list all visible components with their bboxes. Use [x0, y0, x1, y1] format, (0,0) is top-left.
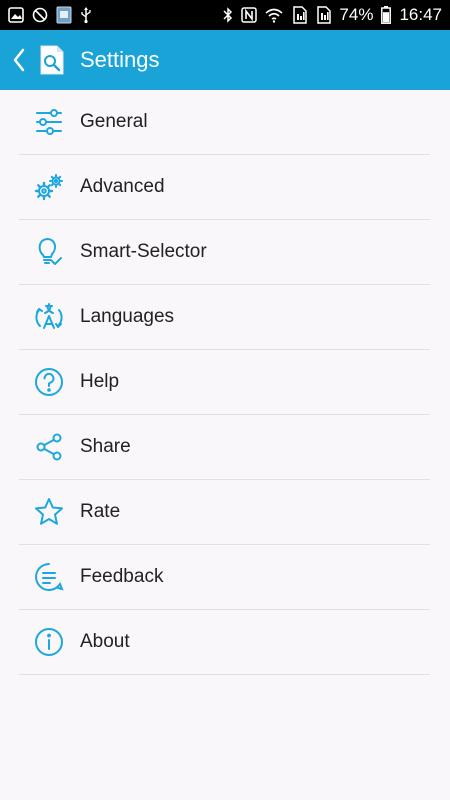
settings-item-label: Smart-Selector	[80, 241, 207, 262]
settings-item-about[interactable]: About	[19, 610, 430, 675]
help-icon	[33, 366, 65, 398]
page-title: Settings	[80, 47, 160, 72]
status-left	[8, 6, 92, 24]
settings-item-label: Rate	[80, 501, 121, 522]
settings-item-share[interactable]: Share	[19, 415, 430, 480]
sliders-icon	[33, 106, 65, 138]
back-arrow-icon	[13, 48, 25, 72]
settings-item-label: Share	[80, 436, 131, 457]
settings-item-general[interactable]: General	[19, 90, 430, 155]
settings-item-advanced[interactable]: Advanced	[19, 155, 430, 220]
settings-item-label: Feedback	[80, 566, 164, 587]
status-right: 74% 16:47	[223, 5, 442, 25]
settings-item-label: Advanced	[80, 176, 165, 197]
gears-icon	[33, 171, 65, 203]
battery-icon	[381, 6, 392, 24]
bluetooth-icon	[223, 7, 233, 23]
app-thumbnail-icon	[56, 6, 72, 24]
gallery-icon	[8, 7, 24, 23]
status-bar: 74% 16:47	[0, 0, 450, 30]
battery-percent: 74%	[339, 5, 374, 24]
clock: 16:47	[399, 5, 442, 24]
settings-item-label: About	[80, 631, 130, 652]
settings-item-help[interactable]: Help	[19, 350, 430, 415]
settings-item-rate[interactable]: Rate	[19, 480, 430, 545]
nfc-icon	[241, 7, 258, 23]
app-toolbar: Settings	[0, 30, 450, 90]
info-icon	[33, 626, 65, 658]
back-button[interactable]	[2, 30, 36, 90]
wifi-icon	[265, 7, 283, 23]
app-logo-icon	[36, 44, 68, 76]
settings-item-languages[interactable]: Languages	[19, 285, 430, 350]
star-icon	[33, 496, 65, 528]
share-icon	[33, 431, 65, 463]
settings-item-label: Help	[80, 371, 120, 392]
settings-list: General Advanced Smart-Selector Language…	[19, 90, 430, 675]
blocked-icon	[32, 7, 48, 23]
settings-item-label: General	[80, 111, 148, 132]
sim2-icon	[315, 6, 332, 24]
lightbulb-check-icon	[33, 236, 65, 268]
feedback-icon	[33, 561, 65, 593]
settings-item-smart-selector[interactable]: Smart-Selector	[19, 220, 430, 285]
settings-item-feedback[interactable]: Feedback	[19, 545, 430, 610]
translate-icon	[33, 301, 65, 333]
settings-item-label: Languages	[80, 306, 175, 327]
usb-icon	[80, 6, 92, 24]
sim1-icon	[291, 6, 308, 24]
